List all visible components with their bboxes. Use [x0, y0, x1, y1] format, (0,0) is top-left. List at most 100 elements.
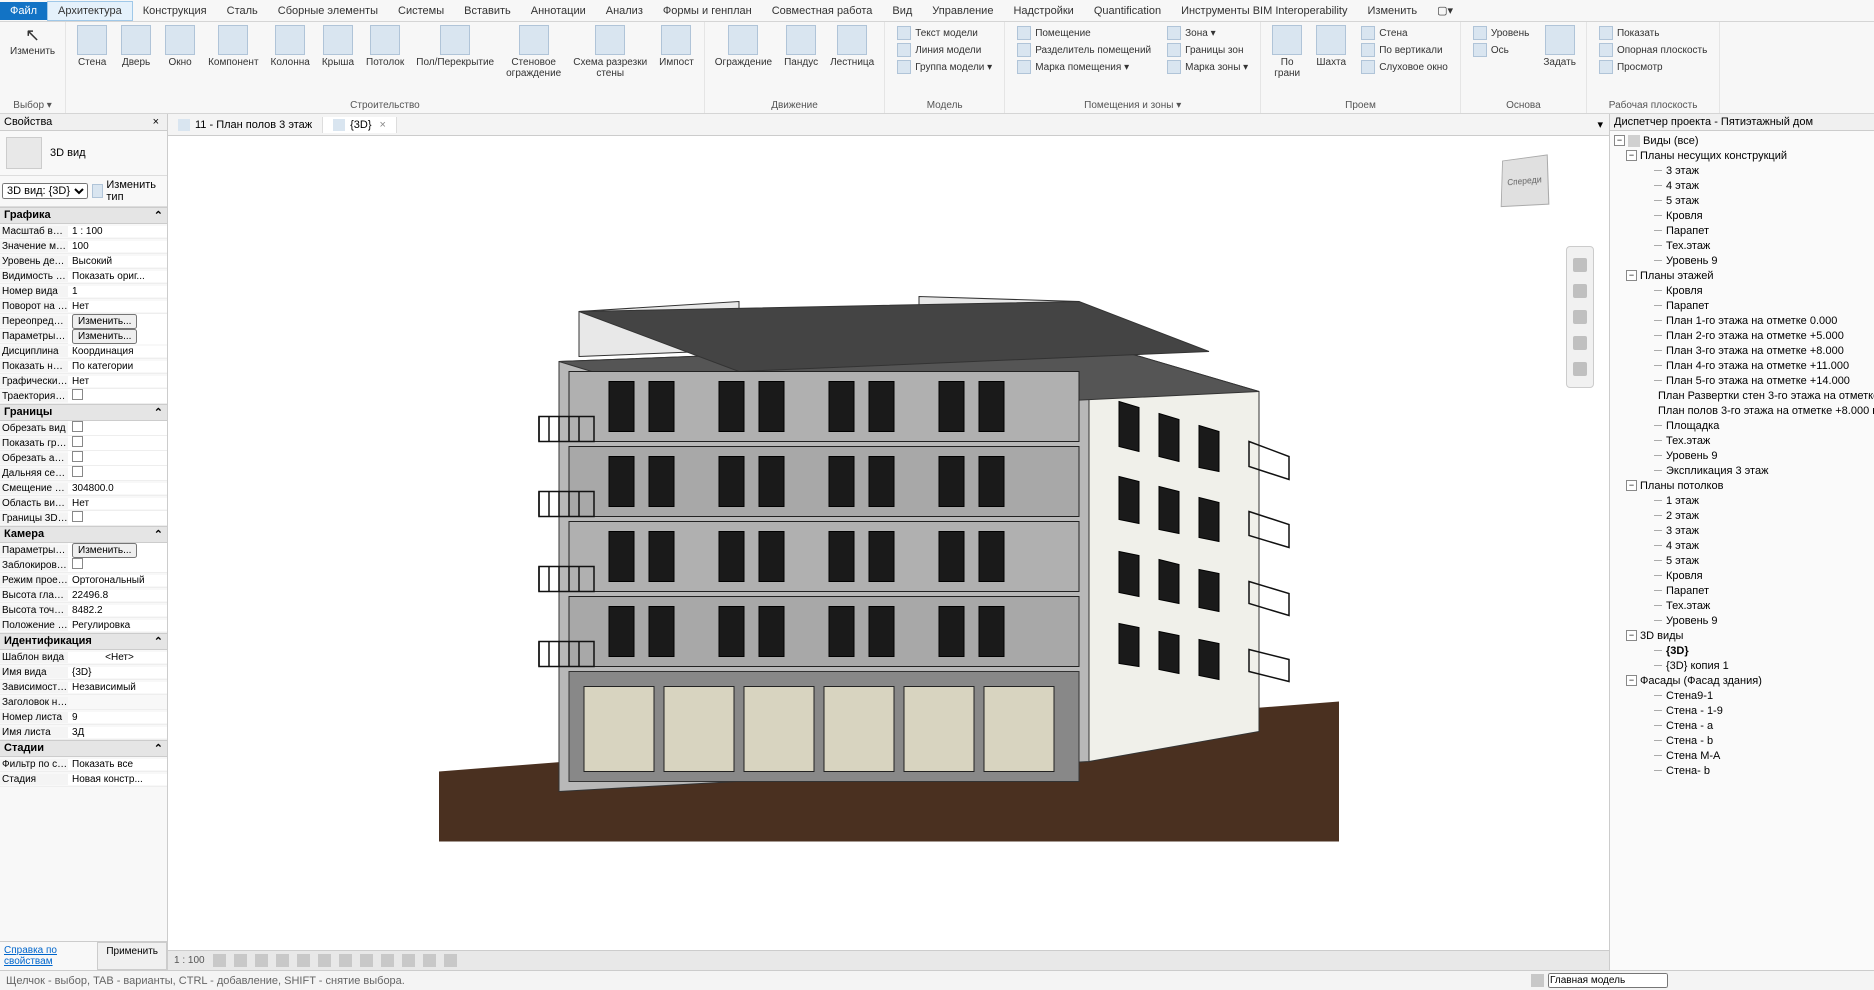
- prop-target-height[interactable]: 8482.2: [68, 605, 167, 616]
- project-browser-tree[interactable]: −Виды (все) −Планы несущих конструкций 3…: [1610, 131, 1874, 970]
- tree-item[interactable]: Тех.этаж: [1612, 433, 1872, 448]
- viewer-button[interactable]: Просмотр: [1595, 59, 1711, 75]
- prop-view-scale[interactable]: 1 : 100: [68, 226, 167, 237]
- section-extents[interactable]: Границы⌃: [0, 404, 167, 421]
- wall-button[interactable]: Стена: [70, 23, 114, 70]
- prop-trajectory-checkbox[interactable]: [72, 389, 83, 400]
- edit-type-button[interactable]: Изменить тип: [88, 178, 165, 204]
- area-boundary-button[interactable]: Границы зон: [1163, 42, 1252, 58]
- tree-item[interactable]: Площадка: [1612, 418, 1872, 433]
- prop-show-hidden[interactable]: По категории: [68, 361, 167, 372]
- tree-elevations[interactable]: −Фасады (Фасад здания): [1612, 673, 1872, 688]
- room-button[interactable]: Помещение: [1013, 25, 1155, 41]
- apply-button[interactable]: Применить: [97, 942, 167, 970]
- tree-ceiling-plans[interactable]: −Планы потолков: [1612, 478, 1872, 493]
- tree-item[interactable]: План Развертки стен 3-го этажа на отметк…: [1612, 388, 1872, 403]
- prop-cam-params-button[interactable]: Изменить...: [72, 543, 137, 558]
- prop-view-template[interactable]: <Нет>: [68, 652, 167, 663]
- prop-scope-box[interactable]: Нет: [68, 498, 167, 509]
- tab-massing[interactable]: Формы и генплан: [653, 2, 762, 20]
- tree-item[interactable]: Кровля: [1612, 208, 1872, 223]
- tab-quantification[interactable]: Quantification: [1084, 2, 1171, 20]
- wall-opening-button[interactable]: Стена: [1357, 25, 1452, 41]
- model-selector-input[interactable]: [1548, 973, 1668, 988]
- tab-precast[interactable]: Сборные элементы: [268, 2, 388, 20]
- tree-item[interactable]: План полов 3-го этажа на отметке +8.000 …: [1612, 403, 1872, 418]
- tree-3d-views[interactable]: −3D виды: [1612, 628, 1872, 643]
- nav-orbit-button[interactable]: [1568, 357, 1592, 381]
- tree-item[interactable]: Тех.этаж: [1612, 598, 1872, 613]
- railing-button[interactable]: Ограждение: [709, 23, 778, 70]
- view-tab-plan[interactable]: 11 - План полов 3 этаж: [168, 117, 323, 133]
- tab-systems[interactable]: Системы: [388, 2, 454, 20]
- tree-item[interactable]: Кровля: [1612, 283, 1872, 298]
- tree-item[interactable]: 1 этаж: [1612, 493, 1872, 508]
- prop-view-num[interactable]: 1: [68, 286, 167, 297]
- modify-button[interactable]: ↖ Изменить: [4, 23, 61, 59]
- nav-pan-button[interactable]: [1568, 305, 1592, 329]
- prop-show-crop-checkbox[interactable]: [72, 436, 83, 447]
- ref-plane-button[interactable]: Опорная плоскость: [1595, 42, 1711, 58]
- tree-item[interactable]: Кровля: [1612, 568, 1872, 583]
- detail-level-icon[interactable]: [213, 954, 226, 967]
- tree-struct-plans[interactable]: −Планы несущих конструкций: [1612, 148, 1872, 163]
- section-phasing[interactable]: Стадии⌃: [0, 740, 167, 757]
- tree-item[interactable]: 3 этаж: [1612, 523, 1872, 538]
- ceiling-button[interactable]: Потолок: [360, 23, 410, 70]
- tab-analyze[interactable]: Анализ: [596, 2, 653, 20]
- tab-steel[interactable]: Сталь: [217, 2, 268, 20]
- prop-detail-level[interactable]: Высокий: [68, 256, 167, 267]
- temp-hide-icon[interactable]: [381, 954, 394, 967]
- stair-button[interactable]: Лестница: [824, 23, 880, 70]
- tree-item[interactable]: {3D}: [1612, 643, 1872, 658]
- nav-fullnav-button[interactable]: [1568, 279, 1592, 303]
- prop-locked-checkbox[interactable]: [72, 558, 83, 569]
- tree-item[interactable]: План 1-го этажа на отметке 0.000: [1612, 313, 1872, 328]
- nav-zoom-button[interactable]: [1568, 331, 1592, 355]
- prop-crop-ann-checkbox[interactable]: [72, 451, 83, 462]
- curtain-wall-button[interactable]: Стеновое ограждение: [500, 23, 567, 81]
- level-button[interactable]: Уровень: [1469, 25, 1534, 41]
- tab-manage[interactable]: Управление: [922, 2, 1003, 20]
- tab-structure[interactable]: Конструкция: [133, 2, 217, 20]
- door-button[interactable]: Дверь: [114, 23, 158, 70]
- tree-floor-plans[interactable]: −Планы этажей: [1612, 268, 1872, 283]
- tree-item[interactable]: Стена - a: [1612, 718, 1872, 733]
- by-face-button[interactable]: По грани: [1265, 23, 1309, 81]
- tree-item[interactable]: 2 этаж: [1612, 508, 1872, 523]
- tree-item[interactable]: {3D} копия 1: [1612, 658, 1872, 673]
- type-selector[interactable]: 3D вид: {3D}: [2, 183, 88, 199]
- tree-item[interactable]: 5 этаж: [1612, 193, 1872, 208]
- prop-sheet-num[interactable]: 9: [68, 712, 167, 723]
- prop-projection[interactable]: Ортогональный: [68, 575, 167, 586]
- prop-phase-filter[interactable]: Показать все: [68, 759, 167, 770]
- nav-home-button[interactable]: [1568, 253, 1592, 277]
- model-group-button[interactable]: Группа модели ▾: [893, 59, 996, 75]
- tree-item[interactable]: Стена- b: [1612, 763, 1872, 778]
- tree-item[interactable]: План 2-го этажа на отметке +5.000: [1612, 328, 1872, 343]
- section-camera[interactable]: Камера⌃: [0, 526, 167, 543]
- view-cube[interactable]: Спереди: [1489, 146, 1559, 216]
- shadows-icon[interactable]: [276, 954, 289, 967]
- scale-control[interactable]: 1 : 100: [174, 955, 205, 966]
- status-icon[interactable]: [1531, 974, 1544, 987]
- set-button[interactable]: Задать: [1537, 23, 1582, 70]
- crop-region-icon[interactable]: [339, 954, 352, 967]
- tree-item[interactable]: Стена9-1: [1612, 688, 1872, 703]
- tree-item[interactable]: Уровень 9: [1612, 448, 1872, 463]
- tab-overflow[interactable]: ▢▾: [1427, 1, 1463, 20]
- tree-item[interactable]: План 4-го этажа на отметке +11.000: [1612, 358, 1872, 373]
- show-button[interactable]: Показать: [1595, 25, 1711, 41]
- prop-view-name[interactable]: {3D}: [68, 667, 167, 678]
- tab-modify[interactable]: Изменить: [1358, 2, 1428, 20]
- prop-phase[interactable]: Новая констр...: [68, 774, 167, 785]
- floor-button[interactable]: Пол/Перекрытие: [410, 23, 500, 70]
- sun-path-icon[interactable]: [255, 954, 268, 967]
- tree-item[interactable]: 4 этаж: [1612, 538, 1872, 553]
- room-tag-button[interactable]: Марка помещения ▾: [1013, 59, 1155, 75]
- window-button[interactable]: Окно: [158, 23, 202, 70]
- model-line-button[interactable]: Линия модели: [893, 42, 996, 58]
- prop-override-button[interactable]: Изменить...: [72, 314, 137, 329]
- dormer-button[interactable]: Слуховое окно: [1357, 59, 1452, 75]
- tree-item[interactable]: План 5-го этажа на отметке +14.000: [1612, 373, 1872, 388]
